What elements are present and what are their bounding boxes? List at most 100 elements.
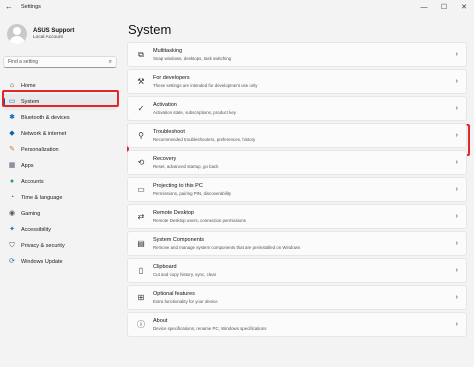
sidebar-item-gaming[interactable]: ◉ Gaming (3, 206, 117, 222)
sidebar-item-accessibility[interactable]: ✦ Accessibility (3, 222, 117, 238)
user-profile[interactable]: ASUS Support Local Account (7, 24, 74, 44)
remote-desktop-icon: ⇄ (137, 212, 145, 221)
settings-card-troubleshoot[interactable]: ⚲ Troubleshoot Recommended troubleshooters… (127, 123, 467, 148)
chevron-right-icon: › (455, 132, 458, 139)
chevron-right-icon: › (455, 213, 458, 220)
sidebar-item-label: Personalization (21, 147, 59, 153)
settings-card-clipboard[interactable]: ▯ Clipboard Cut and copy history, sync, cl… (127, 258, 467, 283)
card-description: Remote Desktop users, connection permiss… (153, 217, 246, 223)
card-description: These settings are intended for developm… (153, 82, 258, 88)
activation-icon: ✓ (137, 104, 145, 113)
home-icon: ⌂ (9, 82, 15, 89)
sidebar-item-label: Time & language (21, 195, 63, 201)
chevron-right-icon: › (455, 105, 458, 112)
apps-icon: ▦ (8, 162, 16, 169)
sidebar-item-personalization[interactable]: ✎ Personalization (3, 142, 117, 158)
shield-icon: ⛉ (9, 242, 15, 249)
maximize-button[interactable]: ☐ (434, 0, 454, 14)
card-title: Multitasking (153, 48, 183, 55)
card-title: For developers (153, 75, 190, 82)
settings-card-remote-desktop[interactable]: ⇄ Remote Desktop Remote Desktop users, con… (127, 204, 467, 229)
sidebar-item-label: Apps (21, 163, 34, 169)
multitasking-icon: ⧉ (138, 49, 144, 59)
chevron-right-icon: › (455, 159, 458, 166)
sidebar-item-label: Home (21, 83, 36, 89)
settings-card-activation[interactable]: ✓ Activation Activation state, subscriptio… (127, 96, 467, 121)
profile-name: ASUS Support (33, 28, 75, 34)
sidebar-item-label: Network & internet (21, 131, 67, 137)
projecting-icon: ▭ (137, 185, 145, 194)
card-description: Remove and manage system components that… (153, 244, 301, 250)
card-description: Extra functionality for your device (153, 298, 218, 304)
settings-card-multitasking[interactable]: ⧉ Multitasking Snap windows, desktops, tas… (127, 42, 467, 67)
minimize-button[interactable]: — (414, 0, 434, 14)
card-title: Optional features (153, 291, 195, 298)
card-description: Cut and copy history, sync, clear (153, 271, 217, 277)
close-button[interactable]: ✕ (454, 0, 474, 14)
card-title: Projecting to this PC (153, 183, 203, 190)
sidebar-item-label: Windows Update (21, 259, 63, 265)
settings-card-projecting-to-this-pc[interactable]: ▭ Projecting to this PC Permissions, pairi… (127, 177, 467, 202)
sidebar-item-label: Accounts (21, 179, 44, 185)
chevron-right-icon: › (455, 240, 458, 247)
chevron-right-icon: › (455, 267, 458, 274)
recovery-icon: ⟲ (137, 158, 145, 167)
search-icon: ⌕ (108, 59, 112, 65)
card-title: Remote Desktop (153, 210, 194, 217)
card-title: Clipboard (153, 264, 177, 271)
bluetooth-icon: ✱ (9, 114, 15, 121)
brush-icon: ✎ (9, 146, 15, 153)
settings-list: ⧉ Multitasking Snap windows, desktops, tas… (127, 42, 467, 339)
sidebar-item-label: Bluetooth & devices (21, 115, 70, 121)
sidebar-item-accounts[interactable]: ● Accounts (3, 174, 117, 190)
sidebar-item-privacy-security[interactable]: ⛉ Privacy & security (3, 238, 117, 254)
sidebar-item-apps[interactable]: ▦ Apps (3, 158, 117, 174)
wrench-icon: ⚲ (138, 131, 144, 140)
chevron-right-icon: › (455, 78, 458, 85)
components-icon: ▤ (137, 239, 145, 248)
card-title: Recovery (153, 156, 177, 163)
highlight-system (2, 90, 119, 107)
chevron-right-icon: › (455, 294, 458, 301)
settings-card-recovery[interactable]: ⟲ Recovery Reset, advanced startup, go bac… (127, 150, 467, 175)
developer-icon: ⚒ (137, 77, 145, 86)
avatar (7, 24, 27, 44)
profile-account-type: Local Account (33, 35, 63, 40)
sidebar-item-network-internet[interactable]: ◆ Network & internet (3, 126, 117, 142)
globe-clock-icon: ◔ (9, 194, 15, 201)
settings-card-for-developers[interactable]: ⚒ For developers These settings are intend… (127, 69, 467, 94)
sidebar-item-time-language[interactable]: ◔ Time & language (3, 190, 117, 206)
card-title: Troubleshoot (153, 129, 185, 136)
sidebar-item-bluetooth-devices[interactable]: ✱ Bluetooth & devices (3, 110, 117, 126)
card-title: Activation (153, 102, 177, 109)
optional-features-icon: ⊞ (137, 293, 145, 302)
page-title: System (128, 22, 172, 37)
clipboard-icon: ▯ (138, 266, 144, 275)
chevron-right-icon: › (455, 51, 458, 58)
info-icon: ⓘ (137, 320, 145, 329)
update-icon: ⟳ (9, 258, 15, 265)
settings-card-system-components[interactable]: ▤ System Components Remove and manage syst… (127, 231, 467, 256)
title-bar: ← Settings — ☐ ✕ (0, 0, 474, 14)
search-input[interactable]: Find a setting ⌕ (3, 56, 117, 68)
card-description: Reset, advanced startup, go back (153, 163, 219, 169)
wifi-icon: ◆ (9, 130, 15, 137)
settings-card-about[interactable]: ⓘ About Device specifications, rename PC, … (127, 312, 467, 337)
sidebar-item-windows-update[interactable]: ⟳ Windows Update (3, 254, 117, 270)
card-title: System Components (153, 237, 205, 244)
card-description: Permissions, pairing PIN, discoverabilit… (153, 190, 232, 196)
accessibility-icon: ✦ (9, 226, 15, 233)
settings-card-optional-features[interactable]: ⊞ Optional features Extra functionality fo… (127, 285, 467, 310)
card-description: Activation state, subscriptions, product… (153, 109, 236, 115)
sidebar: ASUS Support Local Account Find a settin… (0, 14, 124, 367)
chevron-right-icon: › (455, 321, 458, 328)
sidebar-item-label: Gaming (21, 211, 41, 217)
card-description: Snap windows, desktops, task switching (153, 55, 232, 61)
sidebar-item-label: Privacy & security (21, 243, 65, 249)
search-placeholder: Find a setting (8, 59, 39, 65)
person-icon: ● (9, 178, 15, 185)
back-arrow-icon[interactable]: ← (2, 0, 16, 14)
card-title: About (153, 318, 168, 325)
card-description: Device specifications, rename PC, Window… (153, 325, 267, 331)
gamepad-icon: ◉ (8, 210, 16, 217)
